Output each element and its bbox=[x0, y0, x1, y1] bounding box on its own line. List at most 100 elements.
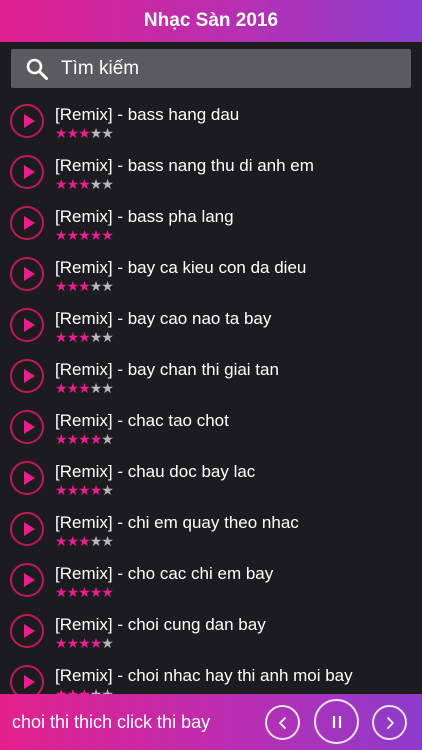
star-filled-icon: ★ bbox=[55, 686, 68, 694]
star-filled-icon: ★ bbox=[55, 584, 68, 600]
song-row[interactable]: [Remix] - choi cung dan bay ★★★★★ bbox=[0, 606, 422, 657]
song-row[interactable]: [Remix] - bass hang dau ★★★★★ bbox=[0, 96, 422, 147]
play-icon bbox=[23, 216, 35, 230]
star-filled-icon: ★ bbox=[78, 227, 91, 243]
star-filled-icon: ★ bbox=[78, 329, 91, 345]
play-button[interactable] bbox=[10, 410, 44, 444]
song-row[interactable]: [Remix] - chac tao chot ★★★★★ bbox=[0, 402, 422, 453]
search-input[interactable] bbox=[61, 57, 381, 80]
song-title: [Remix] - bass nang thu di anh em bbox=[55, 156, 314, 175]
star-filled-icon: ★ bbox=[66, 329, 80, 345]
star-filled-icon: ★ bbox=[55, 125, 68, 141]
song-list[interactable]: [Remix] - bass hang dau ★★★★★ [Remix] - ba… bbox=[0, 96, 422, 694]
star-rating: ★★★★★ bbox=[55, 482, 114, 498]
next-button[interactable] bbox=[372, 705, 407, 740]
play-button[interactable] bbox=[10, 359, 44, 393]
play-button[interactable] bbox=[10, 614, 44, 648]
play-icon bbox=[23, 318, 35, 332]
star-filled-icon: ★ bbox=[78, 176, 91, 192]
star-filled-icon: ★ bbox=[66, 686, 80, 694]
song-row[interactable]: [Remix] - bay cao nao ta bay ★★★★★ bbox=[0, 300, 422, 351]
star-filled-icon: ★ bbox=[55, 278, 68, 294]
star-filled-icon: ★ bbox=[66, 431, 80, 447]
star-empty-icon: ★ bbox=[101, 329, 114, 345]
star-empty-icon: ★ bbox=[89, 380, 103, 396]
star-rating: ★★★★★ bbox=[55, 176, 114, 192]
song-row[interactable]: [Remix] - bass pha lang ★★★★★ bbox=[0, 198, 422, 249]
star-filled-icon: ★ bbox=[66, 584, 80, 600]
song-title: [Remix] - choi cung dan bay bbox=[55, 615, 266, 634]
star-rating: ★★★★★ bbox=[55, 533, 114, 549]
star-filled-icon: ★ bbox=[89, 431, 103, 447]
song-title: [Remix] - bass hang dau bbox=[55, 105, 240, 124]
song-title: [Remix] - bay cao nao ta bay bbox=[55, 309, 272, 328]
now-playing-title: choi thi thich click thi bay bbox=[12, 712, 211, 732]
song-title: [Remix] - chi em quay theo nhac bbox=[55, 513, 299, 532]
play-button[interactable] bbox=[10, 206, 44, 240]
pause-icon bbox=[332, 715, 341, 728]
play-icon bbox=[23, 471, 35, 485]
star-empty-icon: ★ bbox=[101, 533, 114, 549]
search-icon bbox=[26, 58, 48, 80]
song-row[interactable]: [Remix] - bay ca kieu con da dieu ★★★★★ bbox=[0, 249, 422, 300]
song-row[interactable]: [Remix] - cho cac chi em bay ★★★★★ bbox=[0, 555, 422, 606]
star-filled-icon: ★ bbox=[55, 380, 68, 396]
star-filled-icon: ★ bbox=[66, 380, 80, 396]
play-button[interactable] bbox=[10, 461, 44, 495]
star-filled-icon: ★ bbox=[55, 482, 68, 498]
song-row[interactable]: [Remix] - chau doc bay lac ★★★★★ bbox=[0, 453, 422, 504]
star-filled-icon: ★ bbox=[66, 227, 80, 243]
star-filled-icon: ★ bbox=[55, 431, 68, 447]
star-empty-icon: ★ bbox=[101, 635, 114, 651]
play-icon bbox=[23, 267, 35, 281]
play-button[interactable] bbox=[10, 665, 44, 694]
play-button[interactable] bbox=[10, 308, 44, 342]
player-bar: choi thi thich click thi bay bbox=[0, 694, 422, 750]
star-empty-icon: ★ bbox=[101, 176, 114, 192]
star-empty-icon: ★ bbox=[89, 176, 103, 192]
star-filled-icon: ★ bbox=[78, 482, 91, 498]
star-filled-icon: ★ bbox=[101, 584, 114, 600]
song-title: [Remix] - chac tao chot bbox=[55, 411, 229, 430]
song-title: [Remix] - bass pha lang bbox=[55, 207, 234, 226]
star-empty-icon: ★ bbox=[89, 686, 103, 694]
play-button[interactable] bbox=[10, 155, 44, 189]
star-empty-icon: ★ bbox=[101, 380, 114, 396]
star-filled-icon: ★ bbox=[55, 176, 68, 192]
star-rating: ★★★★★ bbox=[55, 329, 114, 345]
pause-button[interactable] bbox=[314, 699, 359, 744]
song-row[interactable]: [Remix] - bay chan thi giai tan ★★★★★ bbox=[0, 351, 422, 402]
play-button[interactable] bbox=[10, 512, 44, 546]
star-filled-icon: ★ bbox=[66, 635, 80, 651]
star-filled-icon: ★ bbox=[78, 635, 91, 651]
play-button[interactable] bbox=[10, 563, 44, 597]
play-button[interactable] bbox=[10, 104, 44, 138]
song-row[interactable]: [Remix] - chi em quay theo nhac ★★★★★ bbox=[0, 504, 422, 555]
app-header: Nhạc Sàn 2016 bbox=[0, 0, 422, 42]
star-filled-icon: ★ bbox=[55, 635, 68, 651]
star-empty-icon: ★ bbox=[101, 482, 114, 498]
chevron-left-icon bbox=[278, 716, 286, 729]
star-filled-icon: ★ bbox=[66, 176, 80, 192]
star-rating: ★★★★★ bbox=[55, 584, 114, 600]
star-filled-icon: ★ bbox=[55, 227, 68, 243]
search-bar[interactable] bbox=[11, 49, 411, 88]
star-filled-icon: ★ bbox=[89, 635, 103, 651]
play-icon bbox=[23, 573, 35, 587]
song-title: [Remix] - bay chan thi giai tan bbox=[55, 360, 279, 379]
song-title: [Remix] - cho cac chi em bay bbox=[55, 564, 274, 583]
star-empty-icon: ★ bbox=[101, 431, 114, 447]
star-filled-icon: ★ bbox=[66, 533, 80, 549]
previous-button[interactable] bbox=[265, 705, 300, 740]
star-empty-icon: ★ bbox=[101, 686, 114, 694]
song-row[interactable]: [Remix] - bass nang thu di anh em ★★★★★ bbox=[0, 147, 422, 198]
star-rating: ★★★★★ bbox=[55, 227, 114, 243]
star-filled-icon: ★ bbox=[101, 227, 114, 243]
star-empty-icon: ★ bbox=[89, 533, 103, 549]
star-filled-icon: ★ bbox=[89, 584, 103, 600]
song-row[interactable]: [Remix] - choi nhac hay thi anh moi bay ★… bbox=[0, 657, 422, 694]
star-rating: ★★★★★ bbox=[55, 635, 114, 651]
star-empty-icon: ★ bbox=[89, 278, 103, 294]
play-icon bbox=[23, 369, 35, 383]
play-button[interactable] bbox=[10, 257, 44, 291]
